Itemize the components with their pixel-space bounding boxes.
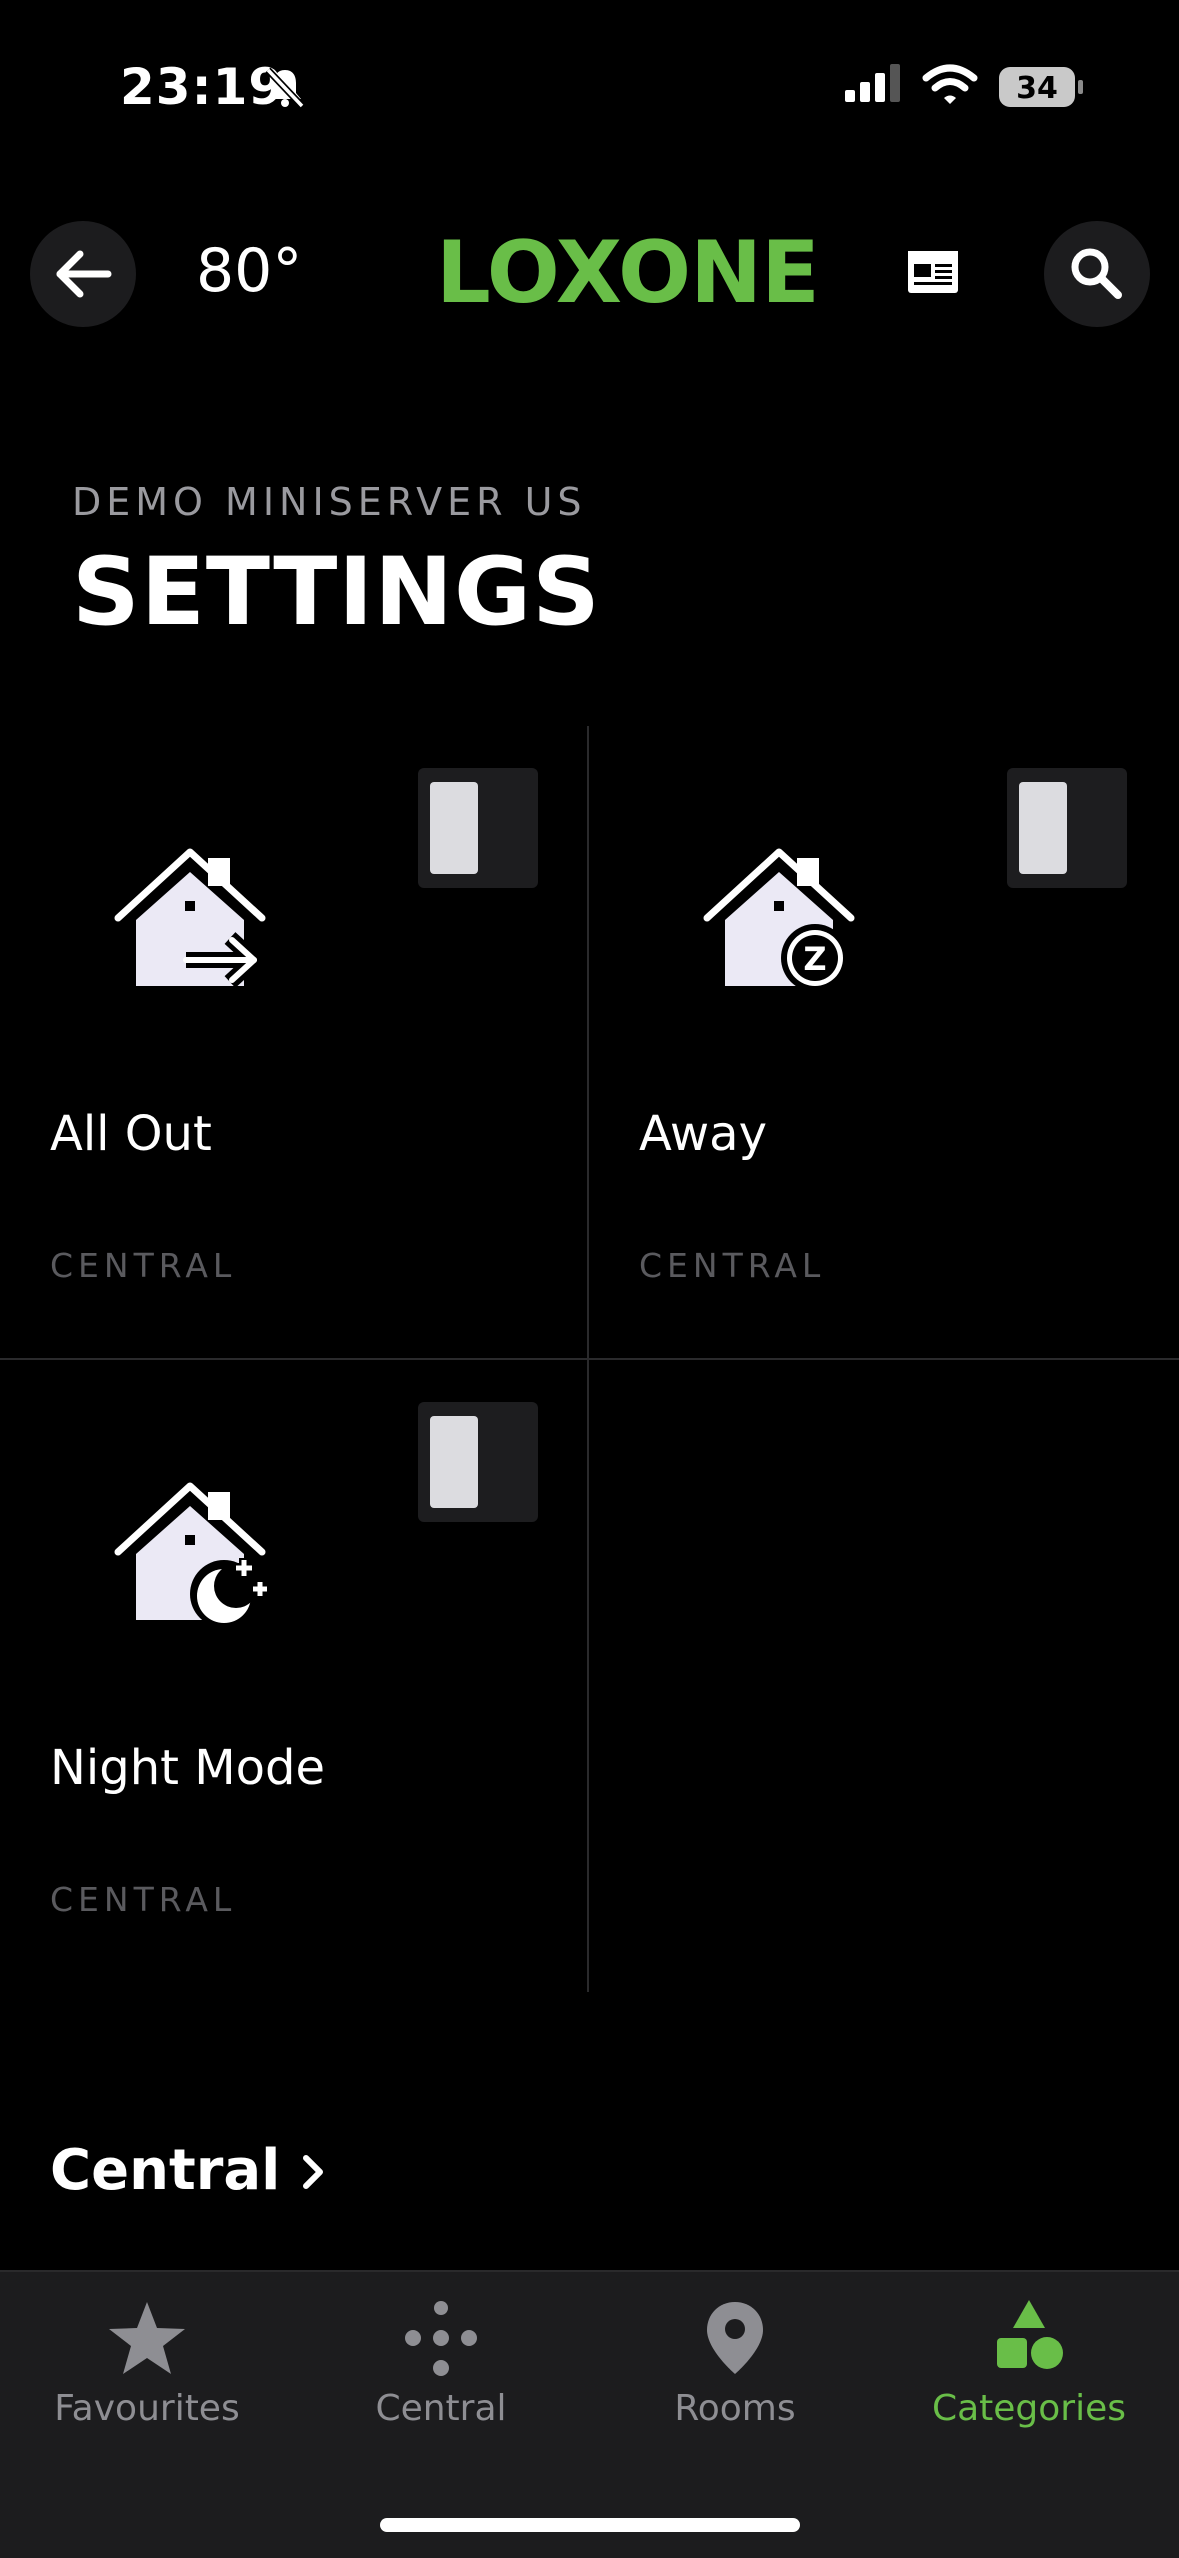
house-sleep-icon: Z bbox=[701, 846, 861, 1000]
tile-night-mode[interactable]: Night Mode CENTRAL bbox=[0, 1360, 587, 1992]
status-bar: 23:19 34 bbox=[0, 0, 1179, 170]
dots-icon bbox=[405, 2301, 477, 2376]
silent-bell-icon bbox=[262, 64, 308, 114]
all-out-toggle[interactable] bbox=[418, 768, 538, 888]
tab-central[interactable]: Central bbox=[294, 2272, 588, 2472]
central-section-link[interactable]: Central bbox=[50, 2138, 328, 2206]
tab-favourites[interactable]: Favourites bbox=[0, 2272, 294, 2472]
temperature-display: 80° bbox=[196, 236, 303, 306]
tab-label: Rooms bbox=[674, 2388, 796, 2429]
cellular-signal-icon bbox=[845, 64, 905, 108]
location-pin-icon bbox=[707, 2302, 763, 2374]
status-time: 23:19 bbox=[120, 58, 285, 116]
svg-text:Z: Z bbox=[803, 940, 826, 978]
tile-away[interactable]: Z Away CENTRAL bbox=[589, 726, 1176, 1358]
tab-categories[interactable]: Categories bbox=[882, 2272, 1176, 2472]
house-moon-icon bbox=[112, 1480, 272, 1634]
tile-name: Night Mode bbox=[50, 1740, 325, 1796]
tab-rooms[interactable]: Rooms bbox=[588, 2272, 882, 2472]
toggle-knob bbox=[1019, 782, 1067, 874]
chevron-right-icon bbox=[298, 2141, 328, 2206]
tile-name: Away bbox=[639, 1106, 767, 1162]
page-title: SETTINGS bbox=[72, 538, 601, 647]
control-grid: All Out CENTRAL Z Away CENTRAL Night Mod… bbox=[0, 726, 1179, 1998]
away-toggle[interactable] bbox=[1007, 768, 1127, 888]
house-exit-icon bbox=[112, 846, 272, 1000]
night-mode-toggle[interactable] bbox=[418, 1402, 538, 1522]
tab-bar: Favourites Central Rooms Categories bbox=[0, 2270, 1179, 2558]
arrow-left-icon bbox=[56, 250, 112, 298]
tile-all-out[interactable]: All Out CENTRAL bbox=[0, 726, 587, 1358]
miniserver-name: DEMO MINISERVER US bbox=[72, 480, 587, 524]
tile-name: All Out bbox=[50, 1106, 212, 1162]
back-button[interactable] bbox=[30, 221, 136, 327]
search-icon bbox=[1071, 248, 1122, 299]
star-icon bbox=[109, 2302, 185, 2374]
tab-label: Central bbox=[375, 2388, 507, 2429]
tile-category: CENTRAL bbox=[50, 1880, 237, 1919]
tile-category: CENTRAL bbox=[50, 1246, 237, 1285]
tab-label: Favourites bbox=[54, 2388, 240, 2429]
shapes-icon bbox=[997, 2300, 1063, 2369]
wifi-icon bbox=[922, 64, 978, 110]
home-indicator[interactable] bbox=[380, 2518, 800, 2532]
tile-category: CENTRAL bbox=[639, 1246, 826, 1285]
newspaper-icon bbox=[908, 251, 958, 293]
section-link-label: Central bbox=[50, 2138, 281, 2203]
news-button[interactable] bbox=[906, 249, 960, 299]
toggle-knob bbox=[430, 1416, 478, 1508]
battery-indicator: 34 bbox=[998, 66, 1084, 112]
search-button[interactable] bbox=[1044, 221, 1150, 327]
toggle-knob bbox=[430, 782, 478, 874]
grid-divider bbox=[587, 1360, 589, 1992]
battery-level: 34 bbox=[1016, 71, 1058, 106]
tab-label: Categories bbox=[931, 2388, 1127, 2429]
loxone-logo: LOXONE bbox=[436, 223, 820, 323]
